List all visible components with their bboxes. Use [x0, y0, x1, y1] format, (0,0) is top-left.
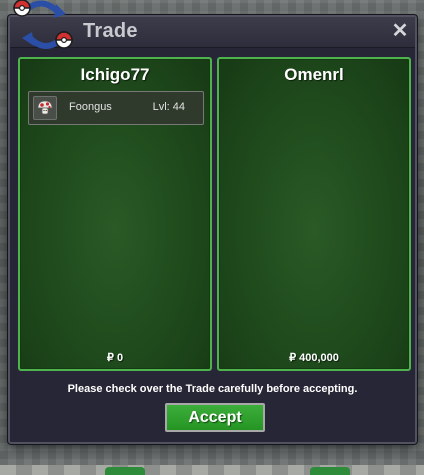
- accept-button[interactable]: Accept: [165, 403, 265, 432]
- trade-notice: Please check over the Trade carefully be…: [67, 383, 358, 395]
- pokeball-logo-icon: [12, 0, 76, 54]
- window-title: Trade: [83, 20, 138, 42]
- map-bush: [310, 467, 350, 475]
- offered-pokemon-slot[interactable]: Foongus Lvl: 44: [28, 91, 204, 125]
- trader-panel-left: Ichigo77 Foongus Lvl: 44 ₽ 0: [18, 57, 212, 371]
- trade-window: Trade ✕ Ichigo77 Foongus Lvl: 44 ₽ 0 Ome…: [8, 15, 417, 444]
- close-button[interactable]: ✕: [389, 18, 411, 42]
- game-map-background: [0, 465, 424, 475]
- pokemon-level: Lvl: 44: [152, 101, 185, 113]
- map-bush: [105, 467, 145, 475]
- trader-name: Ichigo77: [80, 65, 150, 84]
- trader-name: Omenrl: [284, 65, 344, 84]
- pokemon-name: Foongus: [69, 101, 112, 113]
- money-offer: ₽ 0: [106, 352, 124, 364]
- money-offer: ₽ 400,000: [289, 352, 339, 364]
- foongus-icon: [33, 96, 57, 120]
- trader-panel-right: Omenrl ₽ 400,000: [217, 57, 411, 371]
